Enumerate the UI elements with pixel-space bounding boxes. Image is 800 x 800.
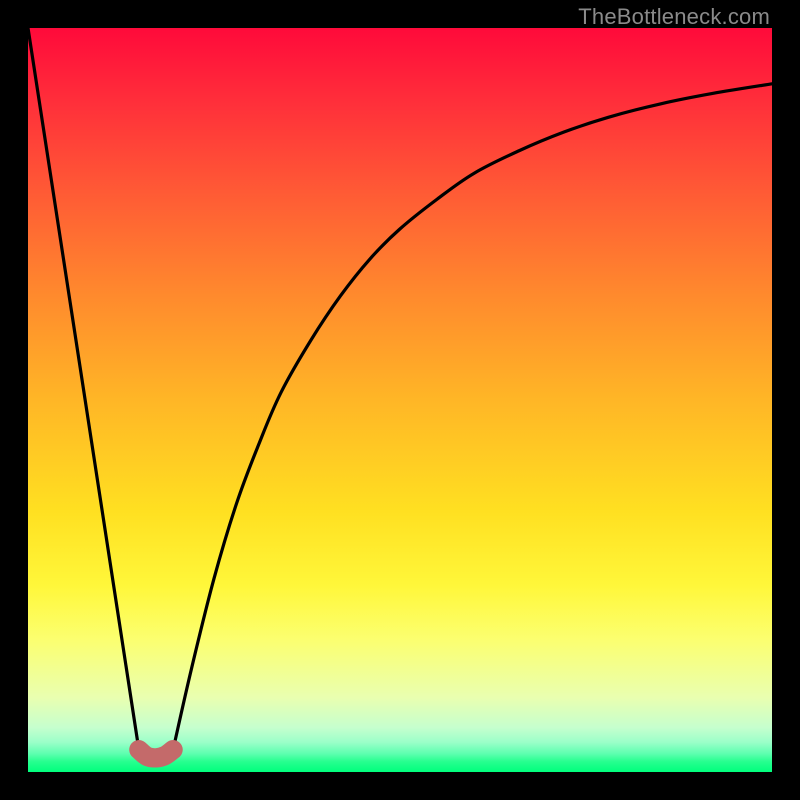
chart-svg — [28, 28, 772, 772]
curve-left-branch — [28, 28, 139, 750]
optimal-range-marker — [139, 750, 173, 758]
curve-right-branch — [173, 84, 772, 750]
watermark-text: TheBottleneck.com — [578, 4, 770, 30]
chart-frame: TheBottleneck.com — [0, 0, 800, 800]
chart-plot-area — [28, 28, 772, 772]
